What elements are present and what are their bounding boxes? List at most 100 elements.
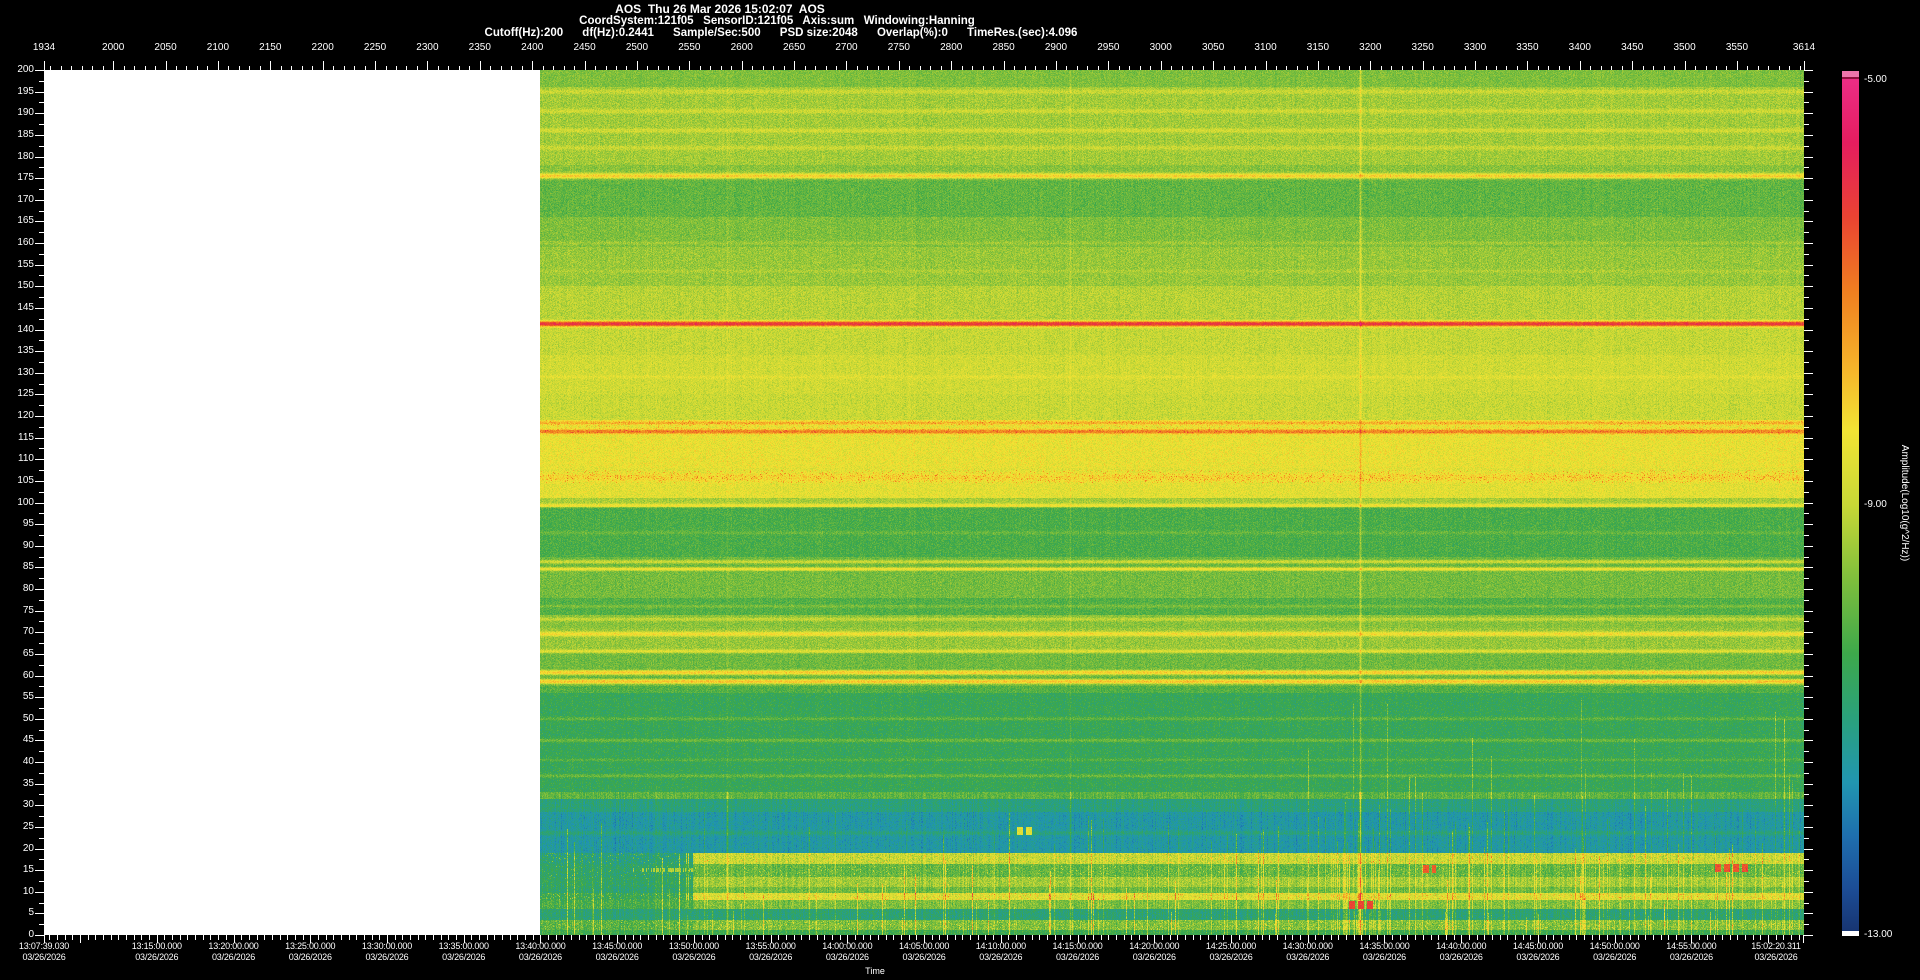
- date-tick-label: 03/26/2026: [807, 952, 887, 962]
- frequency-tick-label: 125: [2, 389, 34, 399]
- colorbar-mid-label: -9.00: [1864, 499, 1887, 510]
- frequency-tick-label: 105: [2, 476, 34, 486]
- frequency-tick-label: 180: [2, 152, 34, 162]
- date-tick-label: 03/26/2026: [4, 952, 84, 962]
- record-tick-label: 2900: [1034, 42, 1078, 53]
- date-tick-label: 03/26/2026: [1038, 952, 1118, 962]
- frequency-tick-label: 45: [2, 735, 34, 745]
- frequency-tick-label: 110: [2, 454, 34, 464]
- frequency-tick-label: 15: [2, 865, 34, 875]
- time-tick-label: 13:20:00.000: [194, 941, 274, 951]
- frequency-tick-label: 50: [2, 714, 34, 724]
- record-tick-label: 3550: [1715, 42, 1759, 53]
- date-tick-label: 03/26/2026: [1421, 952, 1501, 962]
- record-tick-label: 2200: [301, 42, 345, 53]
- record-tick-label: 2100: [196, 42, 240, 53]
- frequency-tick-label: 160: [2, 238, 34, 248]
- frequency-tick-label: 115: [2, 433, 34, 443]
- frequency-tick-label: 40: [2, 757, 34, 767]
- date-tick-label: 03/26/2026: [500, 952, 580, 962]
- colorbar-gradient: [1842, 79, 1859, 931]
- time-tick-label: 13:30:00.000: [347, 941, 427, 951]
- record-tick-label: 1934: [22, 42, 66, 53]
- time-tick-label: 14:45:00.000: [1498, 941, 1578, 951]
- time-tick-label: 13:45:00.000: [577, 941, 657, 951]
- date-tick-label: 03/26/2026: [884, 952, 964, 962]
- record-tick-label: 2150: [248, 42, 292, 53]
- record-tick-label: 3450: [1610, 42, 1654, 53]
- time-tick-label: 14:25:00.000: [1191, 941, 1271, 951]
- frequency-tick-label: 35: [2, 779, 34, 789]
- date-tick-label: 03/26/2026: [731, 952, 811, 962]
- date-tick-label: 03/26/2026: [1191, 952, 1271, 962]
- time-tick-label: 14:55:00.000: [1651, 941, 1731, 951]
- time-tick-label: 13:25:00.000: [270, 941, 350, 951]
- frequency-tick-label: 0: [2, 930, 34, 940]
- record-tick-label: 2800: [929, 42, 973, 53]
- frequency-tick-label: 75: [2, 606, 34, 616]
- date-tick-label: 03/26/2026: [117, 952, 197, 962]
- time-tick-label: 14:00:00.000: [807, 941, 887, 951]
- time-tick-label: 14:05:00.000: [884, 941, 964, 951]
- frequency-tick-label: 150: [2, 281, 34, 291]
- frequency-tick-label: 70: [2, 627, 34, 637]
- record-tick-label: 3150: [1296, 42, 1340, 53]
- record-tick-label: 2300: [405, 42, 449, 53]
- record-tick-label: 2750: [877, 42, 921, 53]
- time-tick-label: 13:15:00.000: [117, 941, 197, 951]
- record-tick-label: 2000: [91, 42, 135, 53]
- record-tick-label: 3614: [1782, 42, 1826, 53]
- time-tick-label: 14:20:00.000: [1114, 941, 1194, 951]
- colorbar: [1842, 71, 1859, 936]
- date-tick-label: 03/26/2026: [961, 952, 1041, 962]
- frequency-tick-label: 200: [2, 65, 34, 75]
- time-tick-label: 15:02:20.311: [1736, 941, 1816, 951]
- time-tick-label: 13:50:00.000: [654, 941, 734, 951]
- time-tick-label: 14:40:00.000: [1421, 941, 1501, 951]
- frequency-tick-label: 5: [2, 908, 34, 918]
- time-tick-label: 13:07:39.030: [4, 941, 84, 951]
- record-tick-label: 2400: [510, 42, 554, 53]
- record-tick-label: 2250: [353, 42, 397, 53]
- date-tick-label: 03/26/2026: [270, 952, 350, 962]
- time-tick-label: 14:35:00.000: [1344, 941, 1424, 951]
- record-tick-label: 2950: [1086, 42, 1130, 53]
- record-tick-label: 3050: [1191, 42, 1235, 53]
- record-tick-label: 3400: [1558, 42, 1602, 53]
- date-tick-label: 03/26/2026: [654, 952, 734, 962]
- amplitude-axis-title: Amplitude(Log10(g^2/Hz)): [1899, 445, 1910, 561]
- frequency-tick-label: 60: [2, 671, 34, 681]
- record-tick-label: 2600: [720, 42, 764, 53]
- record-tick-label: 2350: [458, 42, 502, 53]
- colorbar-max-label: -5.00: [1864, 74, 1887, 85]
- frequency-tick-label: 25: [2, 822, 34, 832]
- frequency-tick-label: 155: [2, 260, 34, 270]
- date-tick-label: 03/26/2026: [1498, 952, 1578, 962]
- date-tick-label: 03/26/2026: [577, 952, 657, 962]
- frequency-tick-label: 80: [2, 584, 34, 594]
- record-tick-label: 2700: [824, 42, 868, 53]
- date-tick-label: 03/26/2026: [1344, 952, 1424, 962]
- app-window: AOS Thu 26 Mar 2026 15:02:07 AOS CoordSy…: [0, 0, 1920, 980]
- record-tick-label: 3300: [1453, 42, 1497, 53]
- frequency-tick-label: 185: [2, 130, 34, 140]
- date-tick-label: 03/26/2026: [194, 952, 274, 962]
- time-tick-label: 13:35:00.000: [424, 941, 504, 951]
- colorbar-bottom-cap: [1842, 931, 1859, 936]
- record-tick-label: 3350: [1505, 42, 1549, 53]
- time-tick-label: 13:55:00.000: [731, 941, 811, 951]
- record-tick-label: 3100: [1244, 42, 1288, 53]
- record-tick-label: 3500: [1663, 42, 1707, 53]
- time-axis-title: Time: [865, 966, 885, 976]
- frequency-tick-label: 145: [2, 303, 34, 313]
- frequency-tick-label: 140: [2, 325, 34, 335]
- frequency-tick-label: 95: [2, 519, 34, 529]
- date-tick-label: 03/26/2026: [1114, 952, 1194, 962]
- frequency-tick-label: 165: [2, 216, 34, 226]
- frequency-tick-label: 130: [2, 368, 34, 378]
- spectrogram-canvas[interactable]: [44, 70, 1804, 935]
- record-tick-label: 2650: [772, 42, 816, 53]
- frequency-tick-label: 190: [2, 108, 34, 118]
- record-tick-label: 2850: [982, 42, 1026, 53]
- time-tick-label: 14:50:00.000: [1575, 941, 1655, 951]
